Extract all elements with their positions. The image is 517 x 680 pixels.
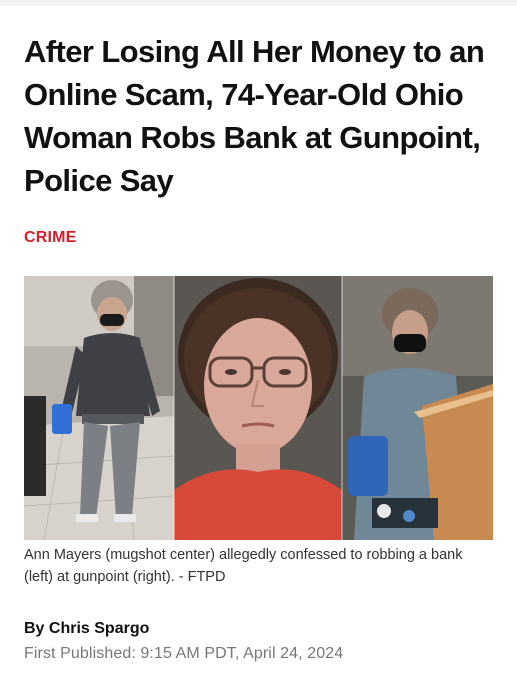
category-link[interactable]: CRIME — [24, 229, 77, 247]
author-byline[interactable]: By Chris Spargo — [24, 620, 149, 638]
surveillance-left-image — [24, 276, 175, 540]
photo-caption: Ann Mayers (mugshot center) allegedly co… — [24, 547, 463, 585]
mugshot-center-image — [174, 276, 342, 540]
surveillance-right-image — [342, 276, 493, 540]
top-bar — [0, 0, 517, 6]
article-photo[interactable] — [24, 276, 493, 540]
article-headline: After Losing All Her Money to an Online … — [24, 34, 485, 198]
publish-timestamp: First Published: 9:15 AM PDT, April 24, … — [24, 645, 344, 662]
